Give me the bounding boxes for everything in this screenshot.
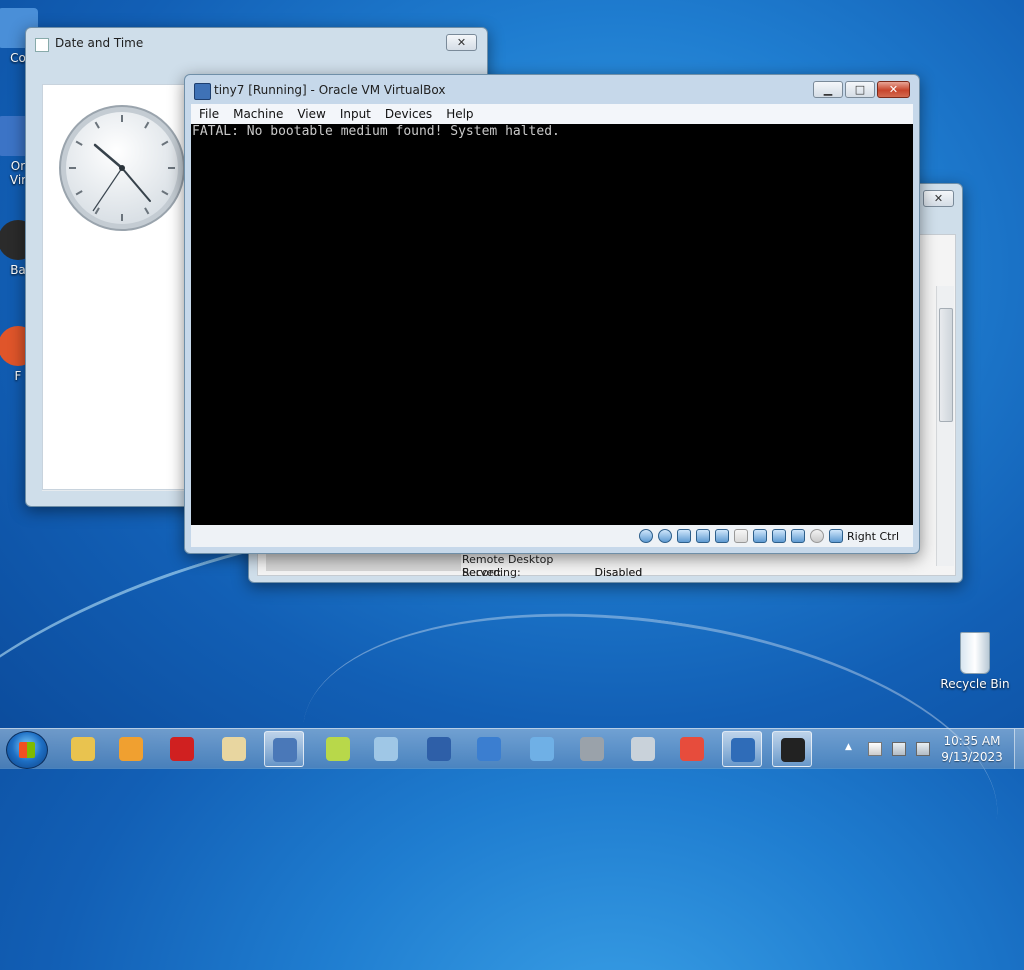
network-icon[interactable] [696,529,710,543]
remote-desktop-icon [427,737,451,761]
close-button[interactable]: ✕ [877,81,910,98]
virtualbox-vm-window: tiny7 [Running] - Oracle VM VirtualBox ▁… [184,74,920,554]
send-icon [530,737,554,761]
taskbar-item[interactable] [672,731,712,767]
window-title: tiny7 [Running] - Oracle VM VirtualBox [214,83,446,97]
video-capture-icon[interactable] [772,529,786,543]
sticky-notes-icon [326,737,350,761]
menu-view[interactable]: View [289,104,331,121]
taskbar-item[interactable] [63,731,103,767]
display-icon[interactable] [753,529,767,543]
analog-clock [59,105,185,231]
scrollbar-thumb[interactable] [939,308,953,422]
file-explorer-icon [71,737,95,761]
taskbar-item[interactable] [469,731,509,767]
close-button[interactable]: ✕ [446,34,477,51]
usb-icon[interactable] [715,529,729,543]
close-button[interactable]: ✕ [923,190,954,207]
taskbar-item[interactable] [214,731,254,767]
recorder-app-icon [781,738,805,762]
window-titlebar[interactable]: tiny7 [Running] - Oracle VM VirtualBox ▁… [185,75,919,103]
taskbar-item[interactable] [572,731,612,767]
taskbar-item[interactable] [772,731,812,767]
status-bar: Right Ctrl [191,525,913,547]
taskbar-item[interactable] [162,731,202,767]
taskbar-item[interactable] [623,731,663,767]
chrome-icon [680,737,704,761]
keyboard-icon[interactable] [829,529,843,543]
taskbar-item[interactable] [366,731,406,767]
display-settings-icon [477,737,501,761]
record-icon [170,737,194,761]
taskbar-item[interactable] [111,731,151,767]
minimize-button[interactable]: ▁ [813,81,843,98]
virtualbox-icon [194,83,211,100]
menu-help[interactable]: Help [438,104,479,121]
menu-input[interactable]: Input [332,104,377,121]
menu-devices[interactable]: Devices [377,104,438,121]
audio-icon[interactable] [677,529,691,543]
menu-bar: File Machine View Input Devices Help [191,104,913,124]
vertical-scrollbar[interactable] [936,286,954,566]
shared-folder-icon[interactable] [734,529,748,543]
window-title: Date and Time [55,36,144,50]
clock-date: 9/13/2023 [941,750,1003,764]
taskbar-item[interactable] [419,731,459,767]
vt-x-icon[interactable] [791,529,805,543]
taskbar-item[interactable] [522,731,562,767]
taskbar-item[interactable] [722,731,762,767]
network-status-icon[interactable] [892,742,906,756]
recycle-bin-icon [960,632,990,674]
show-hidden-icons-button[interactable]: ▲ [845,742,855,754]
calendar-icon [35,38,49,52]
desktop-icon-recycle-bin[interactable]: Recycle Bin [939,632,1011,691]
host-key-label: Right Ctrl [847,530,900,543]
show-desktop-button[interactable] [1014,729,1024,769]
virtualbox-icon [273,738,297,762]
menu-file[interactable]: File [191,104,225,121]
notepad-icon [374,737,398,761]
info-row-recording: Recording: Disabled [462,566,643,579]
maximize-button[interactable]: □ [845,81,875,98]
tiny7-icon [731,738,755,762]
taskbar: ▲ 10:35 AM 9/13/2023 [0,728,1024,769]
hard-disk-icon[interactable] [639,529,653,543]
window-titlebar[interactable]: Date and Time ✕ [26,28,487,56]
vm-display[interactable]: FATAL: No bootable medium found! System … [191,124,913,525]
action-center-icon[interactable] [868,742,882,756]
console-message: FATAL: No bootable medium found! System … [192,124,560,139]
taskbar-item[interactable] [264,731,304,767]
volume-muted-icon[interactable] [916,742,930,756]
clock-time: 10:35 AM [943,734,1001,748]
mouse-integration-icon[interactable] [810,529,824,543]
paint-icon [222,737,246,761]
system-clock[interactable]: 10:35 AM 9/13/2023 [935,733,1009,765]
media-player-icon [119,737,143,761]
start-button[interactable] [6,731,48,769]
optical-drive-icon[interactable] [658,529,672,543]
fax-scan-icon [580,737,604,761]
calculator-icon [631,737,655,761]
taskbar-item[interactable] [318,731,358,767]
menu-machine[interactable]: Machine [225,104,289,121]
windows-logo-icon [19,742,35,758]
